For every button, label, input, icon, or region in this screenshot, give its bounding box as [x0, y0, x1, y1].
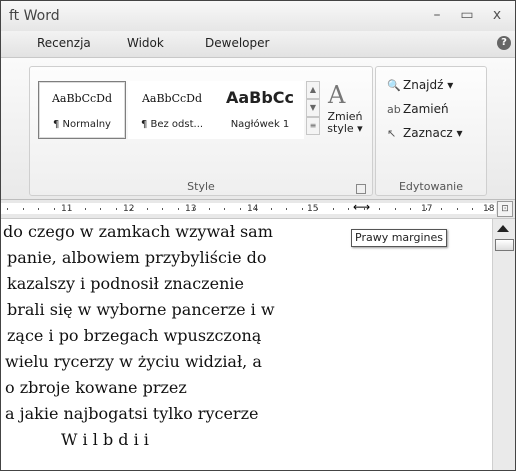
- tab-recenzja[interactable]: Recenzja: [37, 36, 91, 50]
- style-naglowek-1[interactable]: AaBbCc Nagłówek 1: [216, 81, 304, 139]
- ruler-tick: [426, 208, 427, 210]
- tab-widok[interactable]: Widok: [127, 36, 164, 50]
- ruler-tick: [286, 208, 287, 210]
- binoculars-icon: 🔍: [387, 79, 401, 92]
- style-sample: AaBbCc: [225, 88, 295, 107]
- word-window: ft Word – ▭ x Recenzja Widok Deweloper ?…: [0, 0, 516, 471]
- ruler-tick: [240, 208, 241, 210]
- select-cursor-icon: ↖: [387, 127, 397, 140]
- find-label: Znajdź ▾: [403, 78, 454, 92]
- style-bez-odstepow[interactable]: AaBbCcDd ¶ Bez odst...: [128, 81, 216, 139]
- title-bar: ft Word – ▭ x: [1, 1, 515, 31]
- ribbon-tabs: Recenzja Widok Deweloper ?: [1, 31, 515, 58]
- ruler-tick: [23, 208, 24, 210]
- ruler-tick: [472, 208, 473, 210]
- ruler-tick: [54, 208, 55, 210]
- ruler-tick: [209, 208, 210, 210]
- replace-label: Zamień: [403, 102, 449, 116]
- ruler-strip: 11 12 13 14 15 17 18: [1, 203, 496, 214]
- document-line: a jakie najbogatsi tylko rycerze: [5, 404, 259, 423]
- ruler-tick: [224, 208, 225, 210]
- replace-button[interactable]: ab Zamień: [387, 102, 449, 116]
- style-normalny[interactable]: AaBbCcDd ¶ Normalny: [38, 81, 126, 139]
- document-area[interactable]: do czego w zamkach wzywał sam panie, alb…: [1, 219, 491, 470]
- tab-deweloper[interactable]: Deweloper: [205, 36, 269, 50]
- minimize-button[interactable]: –: [425, 5, 449, 25]
- style-sample: AaBbCcDd: [141, 92, 203, 105]
- ruler-tick: [69, 208, 70, 210]
- select-button[interactable]: ↖ Zaznacz ▾: [387, 126, 463, 140]
- change-style-label: Zmień style ▾: [322, 111, 368, 135]
- close-button[interactable]: x: [485, 5, 509, 25]
- ruler-tick: [488, 208, 489, 210]
- ruler-tick: [85, 208, 86, 210]
- ruler-tick: [162, 208, 163, 210]
- ruler-tick: [255, 208, 256, 210]
- document-line: panie, albowiem przybyliście do: [7, 248, 267, 267]
- ruler-tick: [348, 208, 349, 210]
- window-title: ft Word: [9, 8, 60, 24]
- scroll-up-icon[interactable]: [497, 225, 509, 232]
- horizontal-ruler[interactable]: 11 12 13 14 15 17 18 ⟷ ⊡: [1, 200, 515, 219]
- ruler-tick: [441, 208, 442, 210]
- ruler-tick: [178, 208, 179, 210]
- maximize-button[interactable]: ▭: [455, 5, 479, 25]
- style-name: ¶ Bez odst...: [140, 119, 204, 130]
- styles-more-button[interactable]: ≡: [306, 117, 320, 135]
- styles-group-label: Style: [187, 180, 215, 193]
- ruler-tick: [457, 208, 458, 210]
- document-line: do czego w zamkach wzywał sam: [3, 222, 273, 241]
- document-line: o zbroje kowane przez: [5, 378, 187, 397]
- editing-group-label: Edytowanie: [398, 180, 464, 193]
- style-sample: AaBbCcDd: [51, 92, 113, 105]
- replace-icon: ab: [387, 103, 401, 116]
- ruler-tick: [100, 208, 101, 210]
- ruler-tick: [193, 208, 194, 210]
- document-line: W i l b d i i: [61, 430, 149, 449]
- ruler-number: 11: [61, 204, 73, 214]
- ruler-tick: [317, 208, 318, 210]
- ruler-tick: [147, 208, 148, 210]
- ruler-tick: [116, 208, 117, 210]
- document-line: brali się w wyborne pancerze i w: [7, 300, 275, 319]
- ruler-tick: [410, 208, 411, 210]
- ruler-tick: [131, 208, 132, 210]
- change-style-icon: A: [328, 81, 346, 109]
- ruler-tick: [379, 208, 380, 210]
- ruler-number: 12: [123, 204, 135, 214]
- right-margin-tooltip: Prawy margines: [351, 229, 447, 247]
- change-style-label-line2: style ▾: [327, 122, 363, 135]
- styles-dialog-launcher-icon[interactable]: [356, 184, 366, 194]
- ruler-tick: [302, 208, 303, 210]
- styles-scroll-down-button[interactable]: ▼: [306, 99, 320, 117]
- ruler-tick: [333, 208, 334, 210]
- help-icon[interactable]: ?: [497, 36, 511, 50]
- ruler-tick: [7, 208, 8, 210]
- ruler-toggle-icon[interactable]: ⊡: [497, 201, 513, 217]
- document-line: wielu rycerzy w życiu widział, a: [5, 352, 262, 371]
- right-margin-marker-icon[interactable]: ⟷: [353, 200, 370, 214]
- ruler-tick: [38, 208, 39, 210]
- change-style-button[interactable]: A Zmień style ▾: [322, 79, 368, 139]
- ribbon: AaBbCcDd ¶ Normalny AaBbCcDd ¶ Bez odst.…: [1, 58, 515, 200]
- select-label: Zaznacz ▾: [403, 126, 463, 140]
- document-line: zące i po brzegach wpuszczoną: [7, 326, 262, 345]
- ruler-number: 14: [247, 204, 259, 214]
- vertical-scrollbar[interactable]: [492, 219, 515, 470]
- find-button[interactable]: 🔍 Znajdź ▾: [387, 78, 453, 92]
- ruler-tick: [271, 208, 272, 210]
- styles-scroll-up-button[interactable]: ▲: [306, 81, 320, 99]
- document-line: kazalszy i podnosił znaczenie: [7, 274, 244, 293]
- ruler-number: 13: [185, 204, 197, 214]
- style-name: Nagłówek 1: [230, 119, 290, 130]
- styles-group: AaBbCcDd ¶ Normalny AaBbCcDd ¶ Bez odst.…: [29, 66, 373, 196]
- ruler-tick: [395, 208, 396, 210]
- scrollbar-thumb[interactable]: [495, 239, 514, 251]
- style-name: ¶ Normalny: [53, 119, 111, 130]
